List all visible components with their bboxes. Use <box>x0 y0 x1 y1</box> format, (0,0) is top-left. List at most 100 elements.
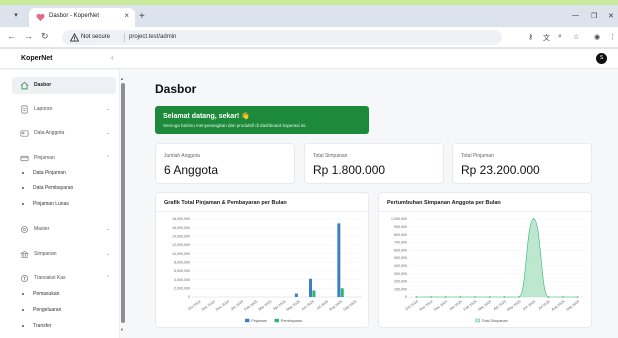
x-tick-label: Jan 2025 <box>448 300 462 312</box>
sidebar-item-simpanan[interactable]: Simpanan ⌄ <box>12 246 116 263</box>
legend-label: Pinjaman <box>251 319 267 323</box>
x-tick-label: Nov 2024 <box>419 300 434 312</box>
stat-value: Rp 23.200.000 <box>461 163 540 177</box>
y-tick-label: 4,000,000 <box>174 278 190 282</box>
sidebar-item-master[interactable]: Master ⌄ <box>12 221 116 238</box>
sidebar-subitem-data-pinjaman[interactable]: Data Pinjaman <box>20 167 116 179</box>
report-icon <box>21 105 28 114</box>
translate-icon[interactable]: 文 <box>543 33 550 43</box>
address-bar: ← → ↻ Not secure project.test/admin ⚷ 文 … <box>0 27 618 48</box>
bullet <box>22 203 24 205</box>
chart-card-simpanan: Pertumbuhan Simpanan Anggota per Bulan 0… <box>378 192 592 328</box>
url-text[interactable]: project.test/admin <box>129 34 176 40</box>
y-tick-label: 0 <box>405 295 407 299</box>
data-point <box>415 296 418 298</box>
x-tick-label: Apr 2025 <box>493 300 507 312</box>
legend-swatch <box>274 318 280 323</box>
legend-label: Total Simpanan <box>482 319 508 323</box>
sidebar-item-label: Transaksi Kas <box>34 275 66 281</box>
sidebar-item-transaksi-kas[interactable]: Transaksi Kas ⌃ <box>12 270 116 287</box>
bar-pembayaran <box>312 290 316 297</box>
sidebar-item-pinjaman[interactable]: Pinjaman ⌃ <box>12 150 116 167</box>
x-tick-label: Nov 2024 <box>201 300 216 312</box>
data-point <box>459 296 462 298</box>
chart-divider <box>156 211 368 212</box>
heart-favicon-icon <box>36 13 45 22</box>
scroll-down-icon[interactable]: ▼ <box>120 327 124 332</box>
omnibox-separator <box>124 33 125 42</box>
brand-name[interactable]: KoperNet <box>21 55 53 62</box>
stat-value: 6 Anggota <box>164 163 219 177</box>
x-tick-label: Jan 2025 <box>230 300 244 312</box>
omnibox[interactable]: Not secure project.test/admin <box>62 30 502 45</box>
sidebar-subitem-label: Data Pinjaman <box>33 170 66 176</box>
chevron-down-icon: ⌄ <box>105 251 110 257</box>
sidebar-subitem-label: Transfer <box>33 323 52 329</box>
minimize-icon[interactable]: — <box>572 12 579 19</box>
sidebar-subitem-label: Data Pembayaran <box>33 185 74 191</box>
browser-tab[interactable]: Dasbor - KoperNet × <box>29 8 135 27</box>
tab-search-icon[interactable]: ▾ <box>9 10 23 22</box>
data-point <box>547 296 550 298</box>
bookmark-star-icon[interactable]: ☆ <box>573 33 579 41</box>
y-tick-label: 2,000,000 <box>174 287 190 291</box>
sidebar-item-data-anggota[interactable]: Data Anggota ⌄ <box>12 125 116 142</box>
sidebar-item-laporan[interactable]: Laporan ⌄ <box>12 101 116 118</box>
reload-icon[interactable]: ↻ <box>41 31 49 42</box>
y-tick-label: 700,000 <box>394 241 407 245</box>
x-tick-label: Jul 2025 <box>316 300 329 311</box>
back-icon[interactable]: ← <box>7 31 16 41</box>
close-window-icon[interactable]: ✕ <box>608 12 614 20</box>
savings-icon <box>20 250 29 258</box>
bar-pinjaman <box>294 293 298 297</box>
chevron-down-icon: ⌄ <box>105 130 110 136</box>
sidebar-item-label: Simpanan <box>34 251 57 257</box>
y-tick-label: 0 <box>188 295 190 299</box>
avatar[interactable]: S <box>596 53 607 64</box>
maximize-icon[interactable]: ❐ <box>591 12 597 20</box>
sidebar-subitem-pemasukan[interactable]: Pemasukan <box>20 288 116 300</box>
sidebar-item-label: Data Anggota <box>34 130 65 136</box>
bar-pinjaman <box>337 223 341 297</box>
y-tick-label: 16,000,000 <box>172 226 190 230</box>
scroll-thumb[interactable] <box>121 83 125 323</box>
x-tick-label: Oct 2024 <box>187 300 201 312</box>
loan-icon <box>20 155 29 162</box>
sidebar-subitem-pengeluaran[interactable]: Pengeluaran <box>20 304 116 316</box>
x-tick-label: Dec 2024 <box>433 300 448 312</box>
sidebar-item-label: Laporan <box>34 106 53 112</box>
x-tick-label: Feb 2025 <box>463 300 478 312</box>
data-point <box>474 296 476 298</box>
y-tick-label: 1,000,000 <box>391 217 407 221</box>
stat-card-pinjaman: Total Pinjaman Rp 23.200.000 <box>452 143 592 184</box>
x-tick-label: Feb 2025 <box>244 300 259 312</box>
sidebar-item-dasbor[interactable]: Dasbor <box>12 77 116 94</box>
tab-close-icon[interactable]: × <box>124 11 129 20</box>
y-tick-label: 300,000 <box>394 272 407 276</box>
zoom-icon[interactable]: ⌕ <box>558 33 562 41</box>
bar-pinjaman <box>309 278 313 297</box>
sidebar-collapse-icon[interactable]: ‹ <box>111 53 114 62</box>
legend-label: Pembayaran <box>281 319 303 323</box>
new-tab-button[interactable]: + <box>139 11 145 22</box>
scroll-up-icon[interactable]: ▲ <box>120 76 124 81</box>
not-secure-label[interactable]: Not secure <box>81 34 110 40</box>
tab-title: Dasbor - KoperNet <box>49 13 100 19</box>
menu-dots-icon[interactable]: ⋮ <box>609 33 616 41</box>
stat-card-simpanan: Total Simpanan Rp 1.800.000 <box>304 143 444 184</box>
forward-icon[interactable]: → <box>24 31 33 41</box>
sidebar-subitem-pinjaman-lunas[interactable]: Pinjaman Lunas <box>20 198 116 210</box>
sidebar-scrollbar[interactable]: ▲ ▼ <box>120 76 126 334</box>
sidebar-subitem-data-pembayaran[interactable]: Data Pembayaran <box>20 182 116 194</box>
x-tick-label: Apr 2025 <box>272 300 286 312</box>
y-tick-label: 800,000 <box>394 233 407 237</box>
chart-card-pinjaman: Grafik Total Pinjaman & Pembayaran per B… <box>155 192 369 328</box>
sidebar-subitem-transfer[interactable]: Transfer <box>20 320 116 332</box>
x-tick-label: Jun 2025 <box>522 300 536 312</box>
sidebar-item-label: Pinjaman <box>34 155 55 161</box>
stat-label: Jumlah Anggota <box>164 153 200 159</box>
profile-icon[interactable]: ◉ <box>594 33 600 41</box>
sidebar: Dasbor Laporan ⌄ Data Anggota ⌄ Pinjaman… <box>0 70 120 338</box>
data-point <box>532 218 535 220</box>
password-key-icon[interactable]: ⚷ <box>528 33 533 41</box>
